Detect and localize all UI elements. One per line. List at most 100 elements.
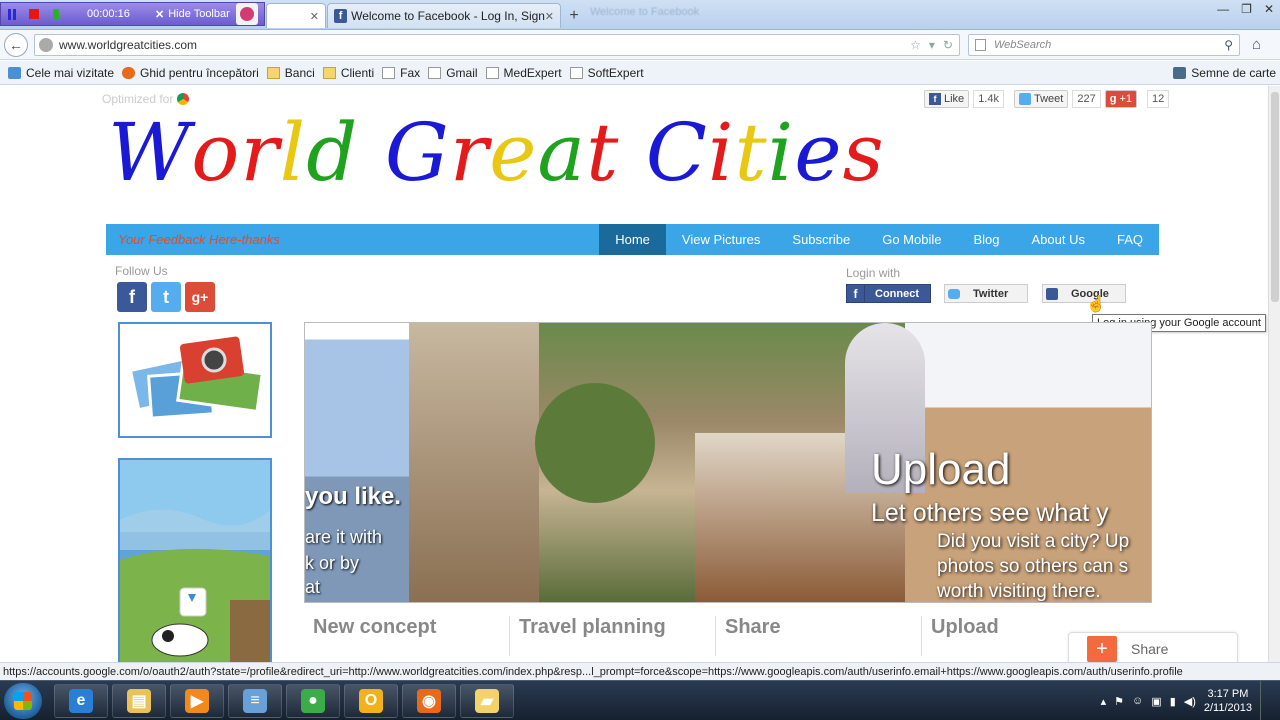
facebook-icon: f — [847, 285, 865, 302]
bookmark-item[interactable]: Cele mai vizitate — [8, 66, 114, 80]
stop-button[interactable] — [23, 3, 45, 25]
hero-slideshow[interactable]: you like. are it with k or by at Upload … — [304, 322, 1152, 603]
home-button[interactable]: ⌂ — [1252, 36, 1261, 53]
status-bar: https://accounts.google.com/o/oauth2/aut… — [0, 662, 1280, 680]
recorder-app-icon[interactable] — [235, 3, 258, 25]
logo-letter: e — [489, 106, 538, 199]
hero-title: Upload — [871, 445, 1011, 494]
tweet-button[interactable]: Tweet — [1013, 90, 1069, 108]
bookmark-item[interactable]: SoftExpert — [569, 66, 644, 80]
taskbar-app-ie[interactable]: e — [54, 684, 108, 718]
bookmark-item[interactable]: Gmail — [428, 66, 478, 80]
device-tray-icon[interactable]: ▣ — [1151, 695, 1161, 708]
restore-button[interactable]: ❐ — [1241, 2, 1252, 16]
taskbar-app-outlook[interactable]: O — [344, 684, 398, 718]
taskbar-app-folder[interactable]: ▰ — [460, 684, 514, 718]
bookmark-item[interactable]: Banci — [266, 66, 315, 80]
tab-current[interactable]: ✕ — [266, 3, 326, 28]
clock[interactable]: 3:17 PM 2/11/2013 — [1204, 687, 1252, 715]
feature-new-concept[interactable]: New concept — [304, 616, 510, 656]
show-hidden-icons-icon[interactable]: ▴ — [1101, 695, 1107, 708]
new-tab-button[interactable]: + — [563, 5, 585, 27]
twitter-label: Twitter — [973, 287, 1009, 300]
action-center-flag-icon[interactable]: ⚑ — [1114, 695, 1124, 708]
logo-letter: G — [384, 106, 450, 199]
back-button[interactable]: ← — [4, 33, 28, 57]
google-plus-one-button[interactable]: g +1 — [1104, 90, 1137, 108]
twitter-login-button[interactable]: Twitter — [944, 284, 1028, 303]
vertical-scrollbar[interactable] — [1268, 86, 1280, 662]
logo-letter: d — [306, 106, 359, 199]
network-icon[interactable]: ▮ — [1170, 695, 1176, 708]
hide-toolbar-button[interactable]: ✕ Hide Toolbar — [155, 8, 230, 21]
close-window-button[interactable]: ✕ — [1264, 2, 1274, 16]
menu-item-faq[interactable]: FAQ — [1101, 224, 1159, 255]
menu-item-home[interactable]: Home — [599, 224, 666, 255]
bookmark-item[interactable]: Clienti — [322, 65, 375, 80]
taskbar-app-notepad[interactable]: ≡ — [228, 684, 282, 718]
menu-item-go-mobile[interactable]: Go Mobile — [866, 224, 957, 255]
bookmark-item[interactable]: Ghid pentru începători — [122, 66, 259, 80]
page-icon — [428, 66, 442, 79]
site-logo[interactable]: World Great Cities — [108, 106, 885, 199]
page-icon — [485, 66, 499, 79]
windows-logo-icon — [14, 692, 32, 710]
system-tray: ▴ ⚑ ☺ ▣ ▮ ◀) 3:17 PM 2/11/2013 — [1101, 681, 1280, 720]
recorder-logo-icon — [239, 7, 254, 21]
search-engine-icon[interactable] — [975, 39, 986, 51]
reload-icon[interactable]: ↻ — [943, 38, 953, 52]
logo-letter: s — [842, 106, 885, 199]
facebook-like-button[interactable]: f Like — [924, 90, 970, 108]
facebook-connect-button[interactable]: f Connect — [846, 284, 931, 303]
feature-share[interactable]: Share — [716, 616, 922, 656]
bookmarks-menu[interactable]: Semne de carte — [1173, 66, 1276, 80]
bookmark-label: Clienti — [340, 65, 375, 80]
minimize-button[interactable]: — — [1217, 2, 1229, 16]
login-with-label: Login with — [846, 266, 901, 280]
logo-letter: o — [191, 106, 241, 199]
search-icon[interactable]: ⚲ — [1224, 38, 1239, 52]
menu-item-view-pictures[interactable]: View Pictures — [666, 224, 777, 255]
taskbar-app-firefox[interactable]: ◉ — [402, 684, 456, 718]
scrollbar-thumb[interactable] — [1271, 92, 1279, 302]
taskbar-app-media[interactable]: ▶ — [170, 684, 224, 718]
facebook-follow-icon[interactable]: f — [117, 282, 147, 312]
bookmark-item[interactable]: Fax — [382, 66, 420, 80]
feedback-link[interactable]: Your Feedback Here-thanks — [118, 232, 280, 247]
marker-button[interactable] — [45, 3, 67, 25]
taskbar-app-explorer[interactable]: ▤ — [112, 684, 166, 718]
share-widget[interactable]: + Share — [1068, 632, 1238, 662]
menu-item-subscribe[interactable]: Subscribe — [776, 224, 866, 255]
page-viewport: Optimized for f Like 1.4k Tweet 227 g +1 1… — [0, 86, 1268, 662]
show-desktop-button[interactable] — [1260, 681, 1272, 720]
menu-item-about-us[interactable]: About Us — [1016, 224, 1101, 255]
bookmark-item[interactable]: MedExpert — [485, 66, 562, 80]
tab-close-icon[interactable]: ✕ — [310, 10, 319, 23]
start-button[interactable] — [4, 683, 42, 719]
address-bar[interactable]: www.worldgreatcities.com ☆ ▾ ↻ — [34, 34, 960, 56]
google-login-button[interactable]: Google — [1042, 284, 1126, 303]
volume-icon[interactable]: ◀) — [1184, 695, 1196, 708]
smiley-tray-icon[interactable]: ☺ — [1132, 695, 1143, 707]
dropdown-arrow-icon[interactable]: ▾ — [929, 38, 935, 52]
tab-close-icon[interactable]: ✕ — [545, 10, 554, 23]
google-plus-follow-icon[interactable]: g+ — [185, 282, 215, 312]
twitter-follow-icon[interactable]: t — [151, 282, 181, 312]
window-controls: — ❐ ✕ — [1217, 0, 1274, 16]
photos-thumbnail[interactable] — [118, 322, 272, 438]
previous-slide-line-4: at — [305, 577, 321, 597]
twitter-icon — [1018, 93, 1031, 105]
feature-travel-planning[interactable]: Travel planning — [510, 616, 716, 656]
mobile-promo-thumbnail[interactable] — [118, 458, 272, 662]
pause-button[interactable] — [1, 3, 23, 25]
logo-letter: t — [586, 106, 620, 199]
chrome-icon: ● — [301, 689, 325, 713]
search-bar[interactable]: WebSearch ⚲ — [968, 34, 1240, 56]
menu-item-blog[interactable]: Blog — [957, 224, 1015, 255]
taskbar-app-chrome[interactable]: ● — [286, 684, 340, 718]
hero-text-line: Did you visit a city? Up — [937, 531, 1130, 552]
facebook-favicon-icon: f — [334, 9, 348, 23]
bookmark-star-icon[interactable]: ☆ — [910, 38, 921, 52]
star-icon — [1173, 67, 1187, 79]
tab-facebook[interactable]: f Welcome to Facebook - Log In, Sign ...… — [327, 3, 561, 28]
